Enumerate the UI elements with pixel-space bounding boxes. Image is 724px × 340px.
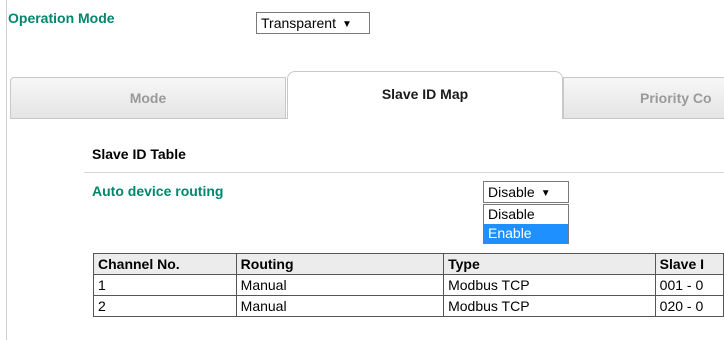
tab-slave-id-map[interactable]: Slave ID Map [287,71,563,119]
tab-mode[interactable]: Mode [10,77,286,119]
option-disable[interactable]: Disable [484,205,568,224]
column-header-slave-id: Slave I [654,253,724,275]
table-row[interactable]: 1 Manual Modbus TCP 001 - 0 [93,274,724,296]
cell-type: Modbus TCP [443,274,656,296]
column-header-type: Type [443,253,656,275]
operation-mode-value: Transparent [261,15,336,31]
tab-priority-control[interactable]: Priority Co [563,77,724,119]
content-frame-border [6,0,7,340]
dropdown-arrow-icon: ▼ [341,19,352,30]
auto-device-routing-options: Disable Enable [483,204,569,244]
table-header-row: Channel No. Routing Type Slave I [93,253,724,275]
cell-slave-id: 001 - 0 [654,274,724,296]
cell-channel: 2 [93,295,237,317]
slave-id-table: Channel No. Routing Type Slave I 1 Manua… [93,253,724,317]
operation-mode-label: Operation Mode [8,10,115,26]
auto-device-routing-select[interactable]: Disable ▼ [483,181,569,203]
table-row[interactable]: 2 Manual Modbus TCP 020 - 0 [93,295,724,317]
section-title: Slave ID Table [92,146,186,162]
cell-routing: Manual [235,274,445,296]
dropdown-arrow-icon: ▼ [540,188,551,199]
cell-routing: Manual [235,295,445,317]
operation-mode-select[interactable]: Transparent ▼ [256,12,370,34]
auto-device-routing-value: Disable [488,184,535,200]
column-header-routing: Routing [235,253,445,275]
cell-channel: 1 [93,274,237,296]
tab-baseline-left [10,118,287,119]
section-divider [84,172,724,173]
cell-slave-id: 020 - 0 [654,295,724,317]
auto-device-routing-label: Auto device routing [92,183,224,199]
column-header-channel: Channel No. [93,253,237,275]
tab-baseline-right [563,118,724,119]
option-enable[interactable]: Enable [484,224,568,243]
cell-type: Modbus TCP [443,295,656,317]
